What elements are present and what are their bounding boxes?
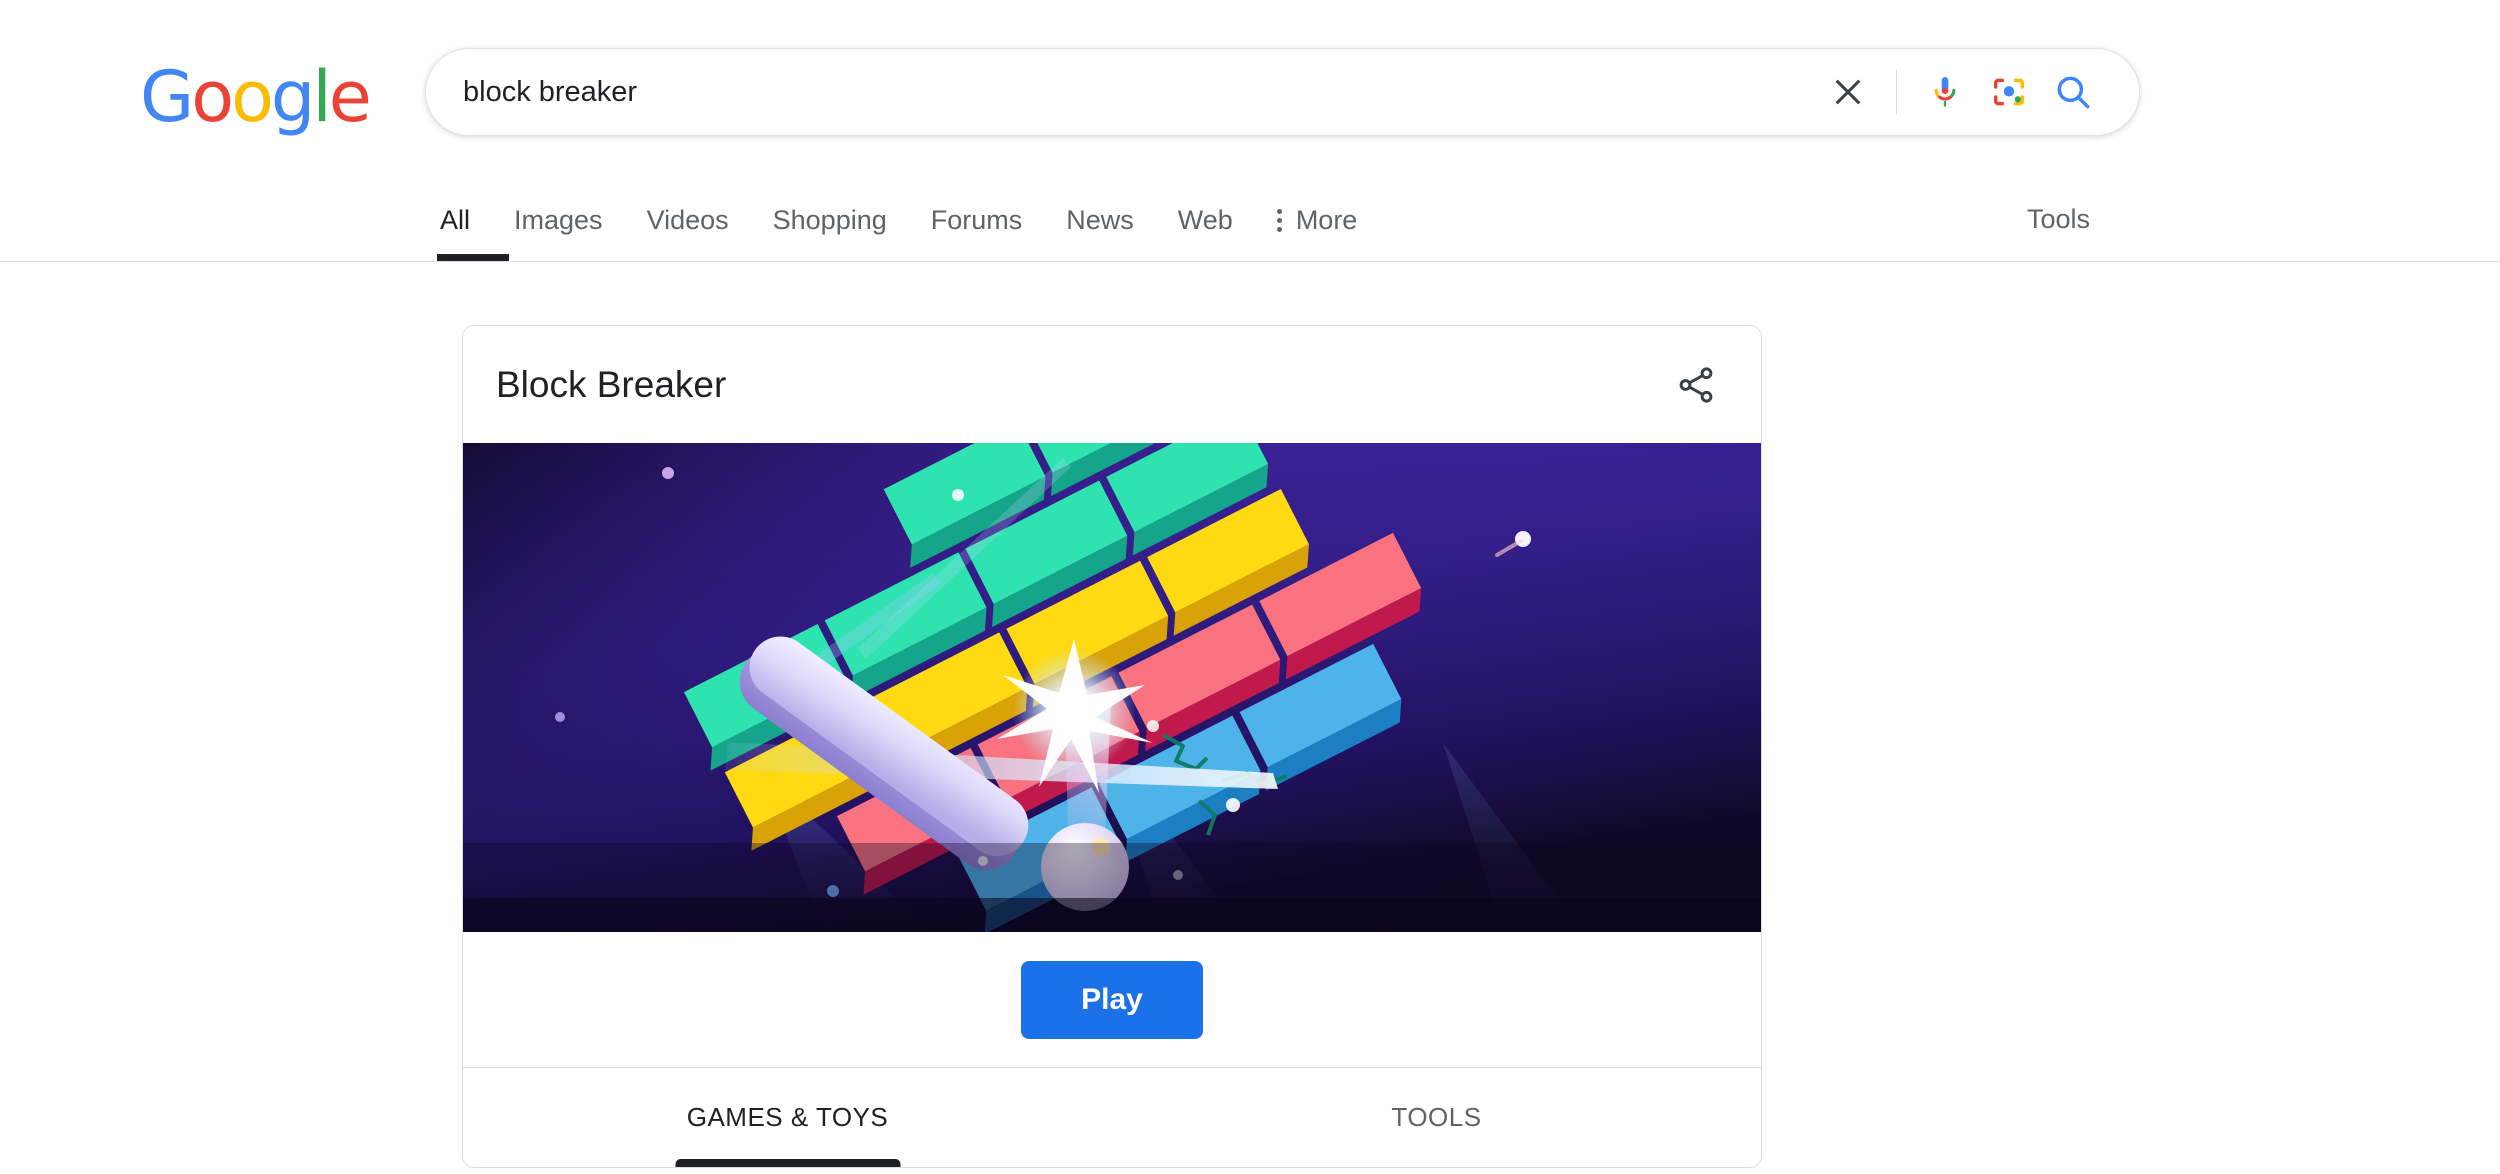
- nav-item-images[interactable]: Images: [514, 188, 603, 236]
- google-logo[interactable]: Google: [140, 62, 372, 132]
- microphone-icon[interactable]: [1913, 60, 1977, 124]
- game-artwork-illustration: [463, 443, 1761, 932]
- nav-item-news[interactable]: News: [1066, 188, 1134, 236]
- game-title: Block Breaker: [496, 363, 727, 405]
- kebab-menu-icon: [1276, 208, 1282, 232]
- nav-items: All Images Videos Shopping Forums News W…: [436, 188, 1401, 262]
- game-artwork[interactable]: [463, 443, 1761, 932]
- logo-letter-g2: g: [270, 56, 315, 138]
- logo-letter-l: l: [312, 56, 332, 138]
- game-card-header: Block Breaker: [463, 326, 1761, 443]
- card-tabs: GAMES & TOYS TOOLS: [463, 1067, 1761, 1167]
- search-filter-nav: All Images Videos Shopping Forums News W…: [0, 188, 2500, 262]
- search-results-page: Google block breaker All Images Videos S…: [0, 0, 2500, 1174]
- tools-button[interactable]: Tools: [2027, 204, 2090, 235]
- logo-letter-g1: G: [140, 56, 194, 138]
- nav-divider: [0, 261, 2500, 262]
- play-section: Play: [463, 932, 1761, 1067]
- nav-item-more[interactable]: More: [1276, 188, 1358, 236]
- search-box-divider: [1896, 69, 1897, 115]
- nav-item-web[interactable]: Web: [1178, 188, 1233, 236]
- nav-item-videos[interactable]: Videos: [647, 188, 729, 236]
- nav-item-shopping[interactable]: Shopping: [773, 188, 887, 236]
- google-lens-icon[interactable]: [1977, 60, 2041, 124]
- search-submit-icon[interactable]: [2041, 60, 2105, 124]
- tab-tools[interactable]: TOOLS: [1112, 1068, 1761, 1167]
- logo-letter-o2: o: [231, 56, 274, 138]
- search-box[interactable]: [425, 48, 2140, 136]
- play-button[interactable]: Play: [1021, 960, 1203, 1039]
- search-input[interactable]: [426, 49, 1816, 135]
- tab-games-and-toys[interactable]: GAMES & TOYS: [463, 1068, 1112, 1167]
- logo-letter-o1: o: [191, 56, 234, 138]
- nav-item-all[interactable]: All: [436, 188, 510, 262]
- nav-more-label: More: [1295, 205, 1358, 235]
- clear-icon[interactable]: [1816, 60, 1880, 124]
- logo-letter-e: e: [328, 56, 372, 138]
- nav-item-forums[interactable]: Forums: [931, 188, 1023, 236]
- search-box-actions: [1816, 49, 2139, 135]
- share-icon[interactable]: [1664, 353, 1728, 417]
- game-card: Block Breaker Play GAMES & TOYS TOOLS: [462, 325, 1762, 1168]
